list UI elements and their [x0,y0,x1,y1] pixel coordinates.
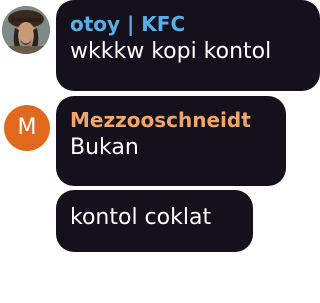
message-text: Bukan [70,135,139,160]
user-photo-icon [2,6,50,54]
message-text: wkkkw kopi kontol [70,39,272,64]
message-text: kontol coklat [70,205,212,230]
sender-name[interactable]: otoy | KFC [70,12,306,36]
sender-name[interactable]: Mezzooschneidt [70,108,272,132]
message-bubble-2[interactable]: Mezzooschneidt Bukan [56,96,286,186]
avatar-letter: M [17,115,37,140]
avatar-otoy[interactable] [2,6,50,54]
avatar-mezzooschneidt[interactable]: M [4,105,50,151]
message-bubble-1[interactable]: otoy | KFC wkkkw kopi kontol [56,0,320,91]
message-bubble-3[interactable]: kontol coklat [56,190,253,252]
